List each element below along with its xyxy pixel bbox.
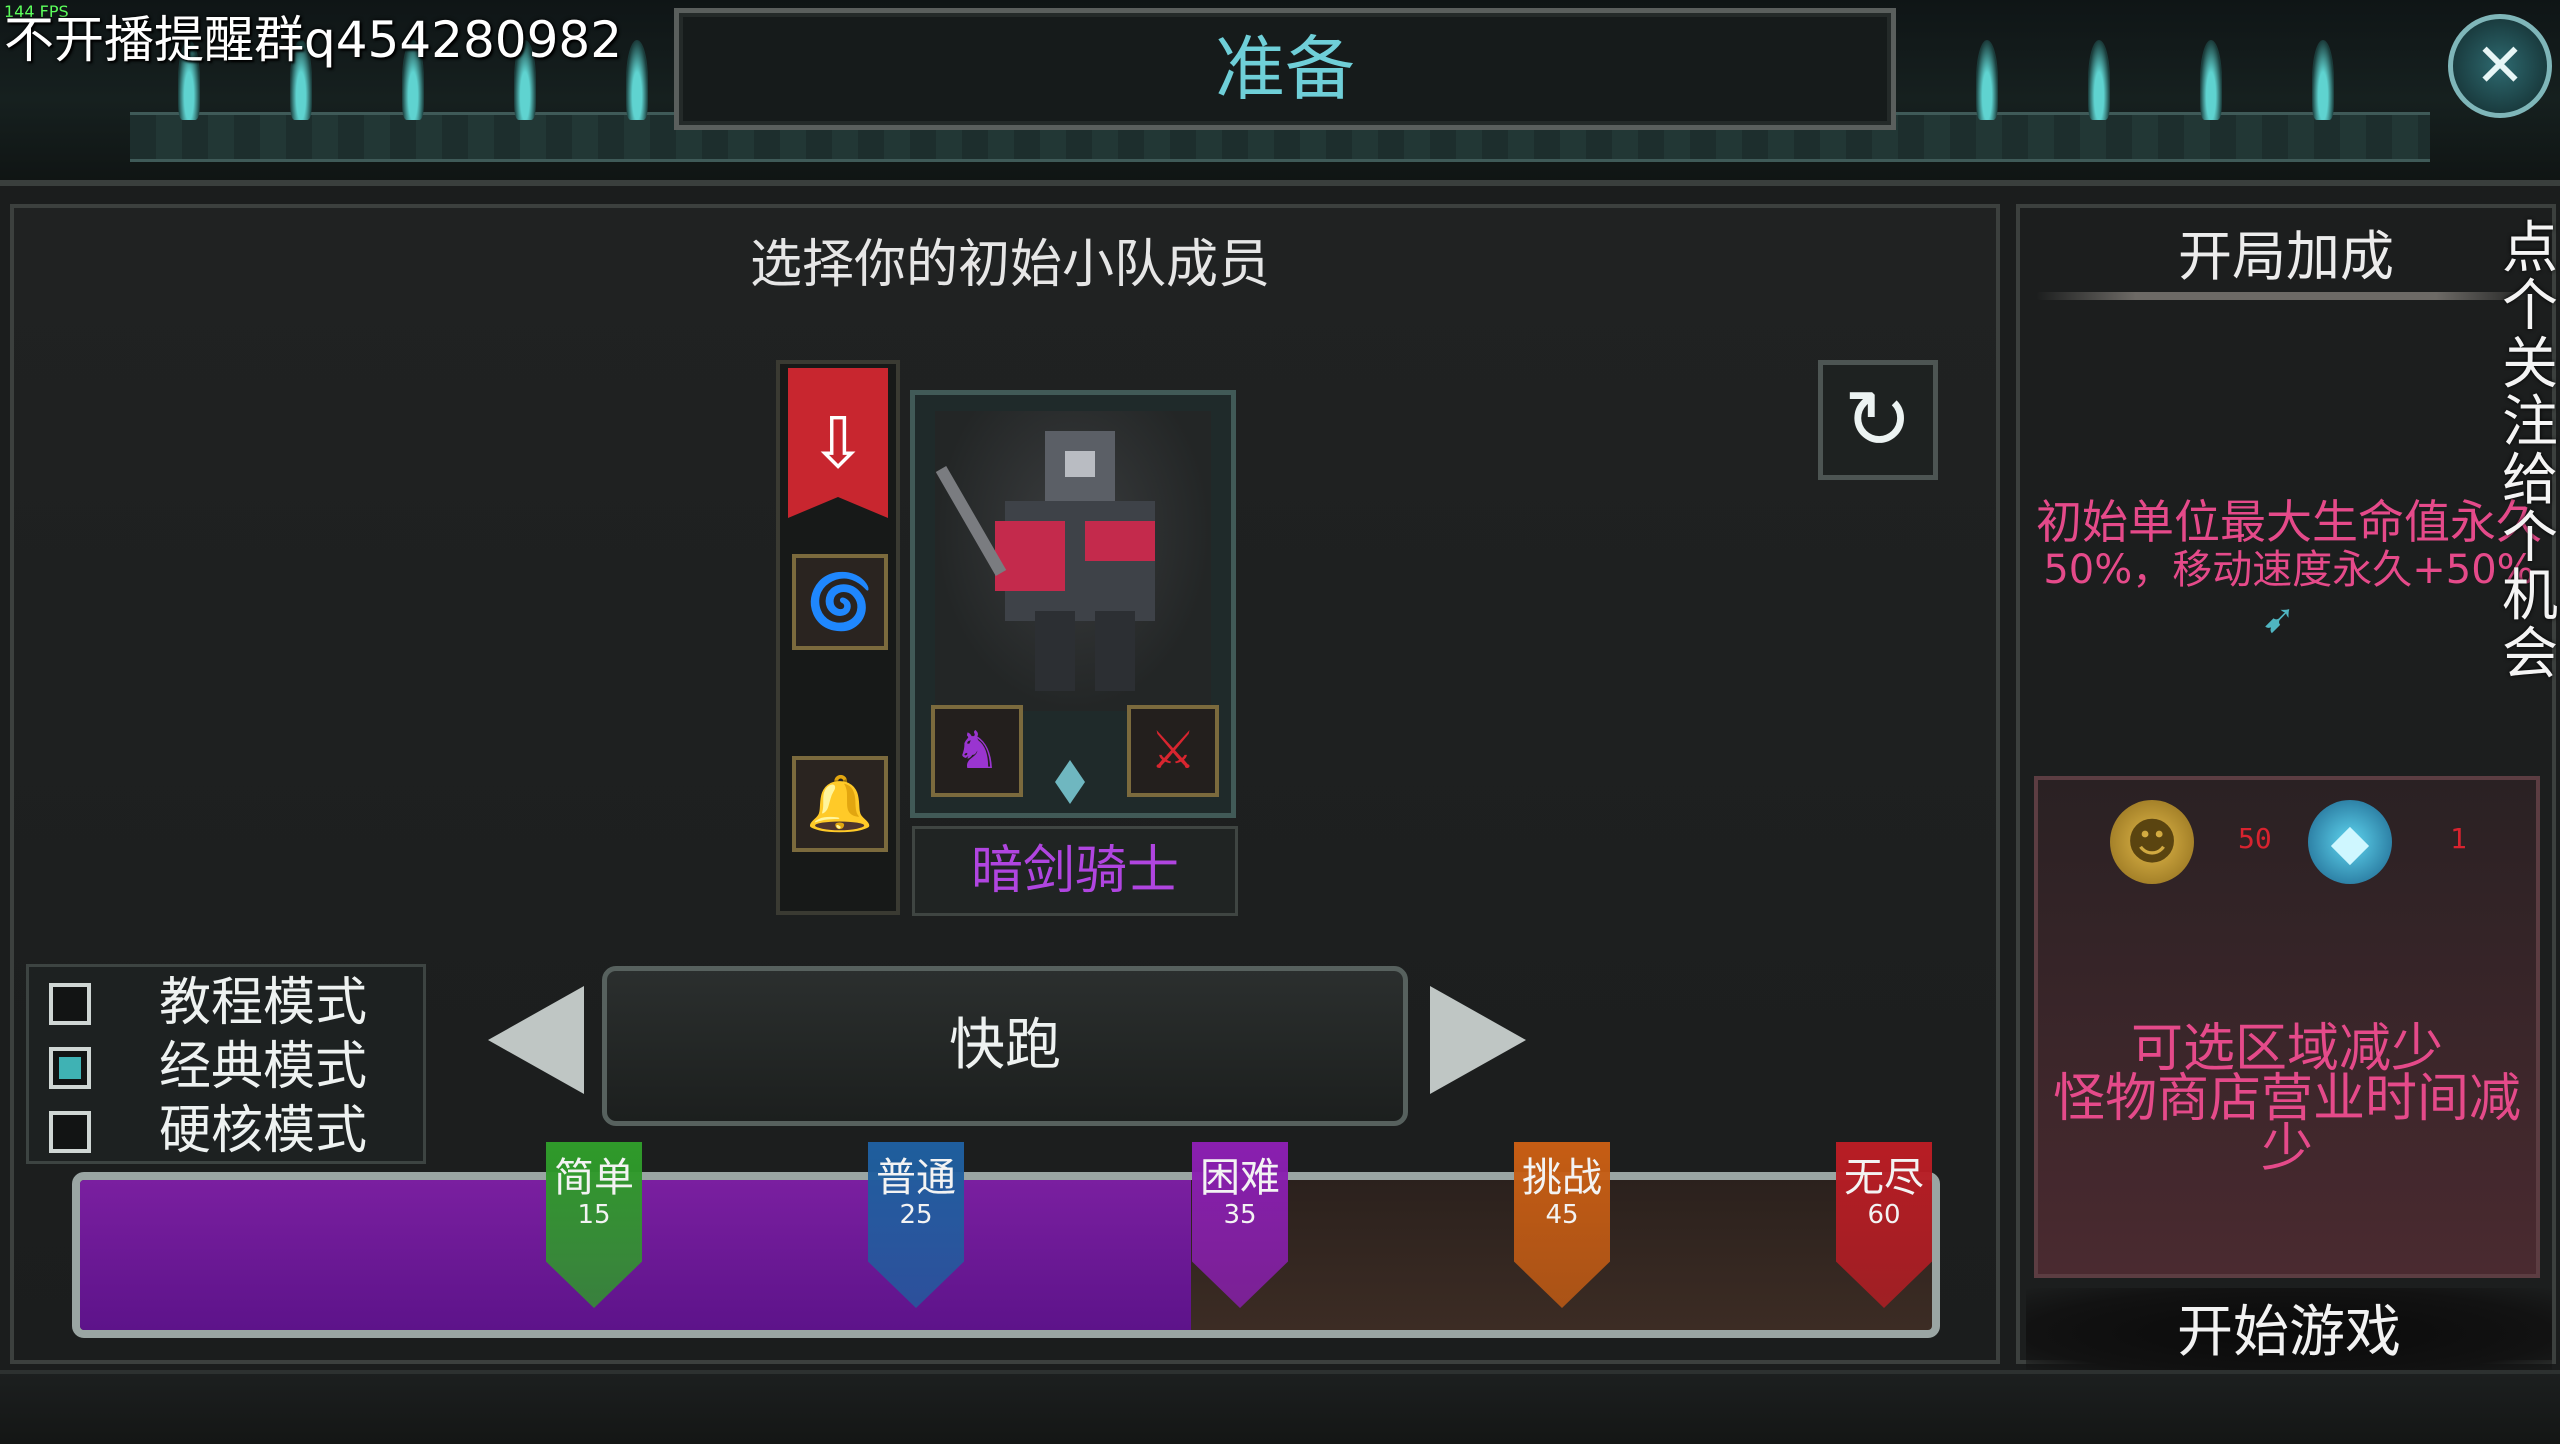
- character-name-plate: 暗剑骑士: [912, 826, 1238, 916]
- page-title: 准备: [1215, 28, 1355, 110]
- character-card[interactable]: ♞ ⚔: [910, 390, 1236, 818]
- stream-watermark: 不开播提醒群q454280982: [4, 11, 623, 69]
- difficulty-name: 无尽: [1844, 1155, 1924, 1201]
- mode-option-hardcore[interactable]: 硬核模式: [39, 1099, 419, 1163]
- lamp-icon: [1976, 40, 1998, 120]
- diamond-icon: ◆: [2308, 800, 2392, 884]
- gold-value: 50: [2238, 822, 2272, 855]
- hooded-figure-icon: ♞: [953, 721, 1001, 781]
- squad-title: 选择你的初始小队成员: [749, 235, 1270, 295]
- bonus-description-2: 50%，移动速度永久+50%: [2043, 547, 2535, 593]
- bell-icon: 🔔: [806, 772, 874, 835]
- difficulty-name: 困难: [1200, 1155, 1280, 1201]
- difficulty-name: 简单: [554, 1155, 634, 1201]
- lamp-icon: [2312, 40, 2334, 120]
- speed-selector: 快跑: [602, 966, 1408, 1126]
- difficulty-value: 45: [1545, 1200, 1579, 1230]
- mode-selector: 教程模式 经典模式 硬核模式: [26, 964, 426, 1164]
- mode-label: 经典模式: [159, 1037, 368, 1097]
- start-game-button[interactable]: 开始游戏: [2026, 1288, 2552, 1378]
- axe-icon: ⚔: [1149, 721, 1197, 781]
- mode-label: 教程模式: [159, 973, 368, 1033]
- skill-slot-vortex[interactable]: 🌀: [792, 554, 888, 650]
- character-name: 暗剑骑士: [970, 841, 1179, 901]
- next-arrow-button[interactable]: [1430, 986, 1526, 1094]
- follow-overlay-text: 点个关注，给个机会: [2502, 216, 2560, 687]
- dark-knight-sprite: [935, 431, 1155, 691]
- chevron-down-icon: ⇩: [808, 402, 868, 484]
- penalty-line-2: 怪物商店营业时间减少: [2052, 1069, 2521, 1179]
- difficulty-value: 60: [1867, 1200, 1901, 1230]
- speed-label: 快跑: [949, 1013, 1061, 1078]
- gem-icon: [1055, 760, 1085, 804]
- refresh-button[interactable]: ↻: [1818, 360, 1938, 480]
- class-banner[interactable]: ⇩: [788, 368, 888, 518]
- prev-arrow-button[interactable]: [488, 986, 584, 1094]
- penalty-line-1: 可选区域减少: [2130, 1019, 2443, 1079]
- bonus-title: 开局加成: [2178, 225, 2394, 288]
- gold-coin-icon: ☻: [2110, 800, 2194, 884]
- mode-option-tutorial[interactable]: 教程模式: [39, 971, 419, 1035]
- class-slot[interactable]: ♞: [931, 705, 1023, 797]
- cursor-icon: ➹: [2262, 596, 2296, 642]
- checkbox-checked[interactable]: [49, 1047, 91, 1089]
- difficulty-name: 普通: [876, 1155, 956, 1201]
- lamp-icon: [2200, 40, 2222, 120]
- lamp-icon: [626, 40, 648, 120]
- title-frame: 准备: [674, 8, 1896, 130]
- difficulty-value: 35: [1223, 1200, 1257, 1230]
- refresh-icon: ↻: [1843, 372, 1913, 468]
- checkbox[interactable]: [49, 1111, 91, 1153]
- mode-option-classic[interactable]: 经典模式: [39, 1035, 419, 1099]
- character-portrait: [935, 411, 1211, 711]
- bonus-description: 初始单位最大生命值永久: [2036, 495, 2542, 549]
- diamond-value: 1: [2450, 822, 2467, 855]
- mode-label: 硬核模式: [159, 1101, 368, 1161]
- difficulty-value: 25: [899, 1200, 933, 1230]
- lamp-icon: [2088, 40, 2110, 120]
- vortex-icon: 🌀: [806, 570, 874, 633]
- penalty-description: 可选区域减少 怪物商店营业时间减少: [2034, 1019, 2540, 1179]
- skill-slot-bell[interactable]: 🔔: [792, 756, 888, 852]
- ornament-divider: [2036, 292, 2536, 300]
- difficulty-track[interactable]: [72, 1172, 1940, 1338]
- close-button[interactable]: ✕: [2448, 14, 2552, 118]
- close-icon: ✕: [2474, 31, 2526, 101]
- checkbox[interactable]: [49, 983, 91, 1025]
- difficulty-name: 挑战: [1522, 1155, 1602, 1201]
- weapon-slot[interactable]: ⚔: [1127, 705, 1219, 797]
- skill-column: ⇩ 🌀 🔔: [776, 360, 900, 915]
- footer-bar: [0, 1370, 2560, 1444]
- difficulty-value: 15: [577, 1200, 611, 1230]
